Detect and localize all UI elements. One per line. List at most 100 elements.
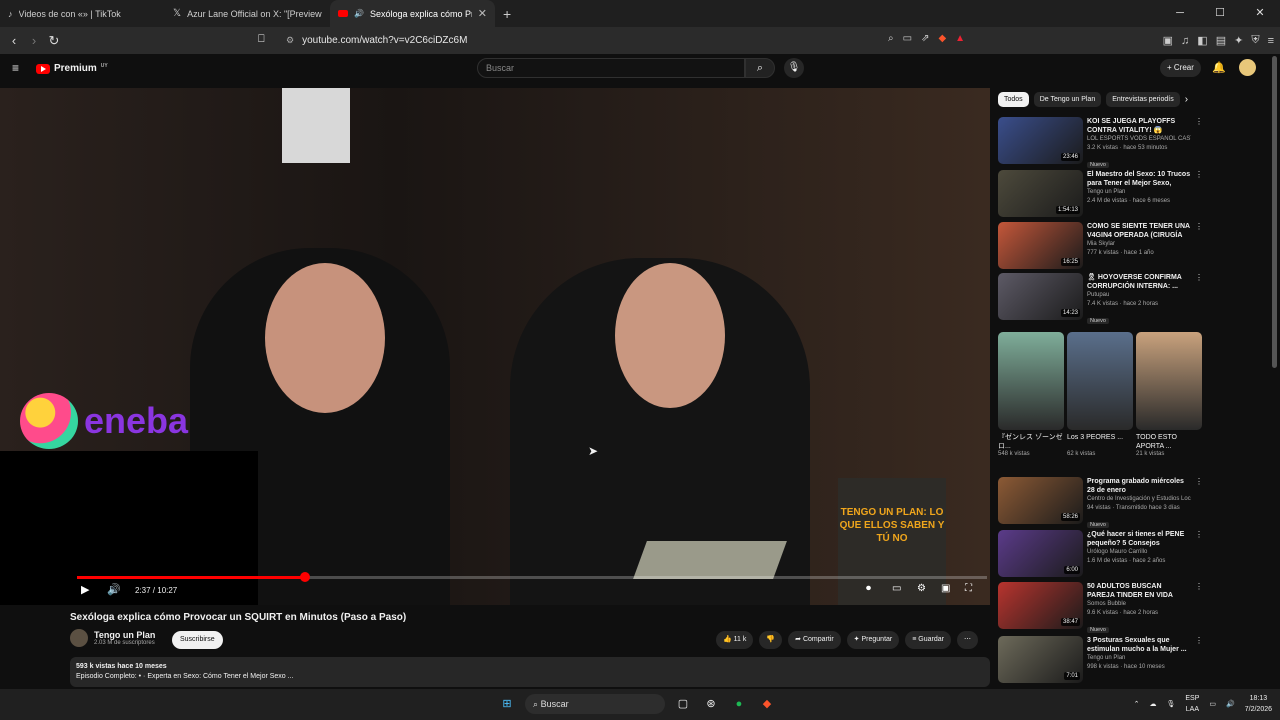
- page-scrollbar[interactable]: [1272, 56, 1277, 368]
- bookmark-icon[interactable]: ⎕: [258, 33, 265, 46]
- spotify-icon[interactable]: ●: [729, 694, 749, 714]
- create-button[interactable]: + Crear: [1160, 59, 1201, 77]
- close-window-icon[interactable]: ✕: [1240, 0, 1280, 27]
- voice-search-button[interactable]: 🎙: [784, 58, 804, 78]
- tiktok-icon: ♪: [8, 8, 13, 19]
- save-button[interactable]: ≡ Guardar: [905, 631, 951, 649]
- more-vertical-icon[interactable]: ⋮: [1195, 117, 1203, 171]
- site-info-icon[interactable]: ⚙: [286, 35, 294, 46]
- more-vertical-icon[interactable]: ⋮: [1195, 222, 1203, 269]
- taskbar-search[interactable]: ⌕ Buscar: [525, 694, 665, 714]
- minimize-icon[interactable]: ─: [1160, 0, 1200, 27]
- channel-name[interactable]: Tengo un Plan: [94, 630, 155, 640]
- avatar[interactable]: [1239, 59, 1256, 76]
- search-button[interactable]: ⌕: [745, 58, 775, 78]
- video-player[interactable]: TENGO UN PLAN: LO QUE ELLOS SABEN Y TÚ N…: [0, 88, 990, 605]
- new-badge: Nuevo: [1087, 627, 1109, 633]
- network-icon[interactable]: ▭: [1209, 700, 1216, 708]
- recommendation-item[interactable]: 38:47 50 ADULTOS BUSCAN PAREJA TINDER EN …: [998, 582, 1203, 636]
- steam-icon[interactable]: ⊛: [701, 694, 721, 714]
- zoom-icon[interactable]: ⌕: [888, 33, 894, 44]
- brave-shield-icon[interactable]: ◆: [938, 33, 946, 44]
- channel-avatar[interactable]: [70, 629, 88, 647]
- taskbar-search-label: Buscar: [540, 699, 569, 709]
- leo-ai-icon[interactable]: ✦: [1234, 34, 1243, 47]
- cloud-icon[interactable]: ☁: [1150, 700, 1157, 708]
- vpn-icon[interactable]: ⛨: [1251, 34, 1259, 47]
- chip-entrevistas[interactable]: Entrevistas periodís: [1106, 92, 1180, 107]
- close-tab-icon[interactable]: ✕: [478, 7, 487, 20]
- reader-icon[interactable]: ▣: [1163, 34, 1173, 47]
- subtitles-icon[interactable]: ▭: [892, 583, 901, 594]
- chip-tengo-un-plan[interactable]: De Tengo un Plan: [1033, 92, 1102, 107]
- tray-expand-icon[interactable]: ⌃: [1134, 700, 1140, 708]
- wallet-icon[interactable]: ▤: [1216, 34, 1226, 47]
- recommendation-item[interactable]: 7:01 3 Posturas Sexuales que estimulan mu…: [998, 636, 1203, 683]
- recommendation-item[interactable]: 1:54:13 El Maestro del Sexo: 10 Trucos pa…: [998, 170, 1203, 217]
- brave-browser-icon[interactable]: ◆: [757, 694, 777, 714]
- browser-tab-youtube[interactable]: 🔊 Sexóloga explica cómo Provoc ✕: [330, 0, 495, 27]
- chevron-right-icon[interactable]: ›: [1185, 94, 1188, 105]
- more-vertical-icon[interactable]: ⋮: [1195, 477, 1203, 531]
- recommendation-item[interactable]: 58:26 Programa grabado miércoles 28 de en…: [998, 477, 1203, 531]
- new-badge: Nuevo: [1087, 162, 1109, 168]
- mouse-cursor-icon: ➤: [588, 444, 599, 458]
- short-item[interactable]: Los 3 PEORES ... 62 k vistas: [1067, 332, 1133, 457]
- settings-gear-icon[interactable]: ⚙: [917, 583, 926, 594]
- new-tab-button[interactable]: +: [503, 6, 511, 22]
- speaker-icon[interactable]: 🔊: [1226, 700, 1235, 708]
- more-actions-button[interactable]: ⋯: [956, 631, 978, 649]
- maximize-icon[interactable]: ☐: [1200, 0, 1240, 27]
- short-item[interactable]: 『ゼンレス ゾーンゼロ... 548 k vistas: [998, 332, 1064, 457]
- video-progress-bar[interactable]: [77, 572, 987, 582]
- like-button[interactable]: 👍 11 k: [716, 631, 754, 649]
- recommendation-item[interactable]: 6:00 ¿Qué hacer si tienes el PENE pequeño…: [998, 530, 1203, 577]
- share-button[interactable]: ➦ Compartir: [788, 631, 841, 649]
- play-icon[interactable]: ▶: [81, 583, 89, 596]
- progress-scrubber[interactable]: [299, 572, 310, 582]
- browser-tab-tiktok[interactable]: ♪ Videos de con «» | TikTok: [0, 0, 165, 27]
- notifications-bell-icon[interactable]: 🔔: [1212, 61, 1226, 74]
- short-item[interactable]: TODO ESTO APORTA ... 21 k vistas: [1136, 332, 1202, 457]
- ask-button[interactable]: ✦ Preguntar: [846, 631, 900, 649]
- menu-icon[interactable]: ≡: [1268, 35, 1274, 47]
- browser-tab-x[interactable]: 𝕏 Azur Lane Official on X: "[Preview: Fr: [165, 0, 330, 27]
- description-box[interactable]: 593 k vistas hace 10 meses Episodio Comp…: [70, 657, 990, 687]
- recommendation-item[interactable]: 16:25 CÓMO SE SIENTE TENER UNA V4GIN4 OPE…: [998, 222, 1203, 269]
- windows-start-icon[interactable]: ⊞: [497, 694, 517, 714]
- reload-icon[interactable]: ↻: [44, 33, 64, 49]
- clock[interactable]: 18:13 7/2/2026: [1245, 693, 1272, 715]
- back-icon[interactable]: ‹: [4, 33, 24, 48]
- search-input[interactable]: Buscar: [477, 58, 745, 78]
- more-vertical-icon[interactable]: ⋮: [1195, 636, 1203, 683]
- more-vertical-icon[interactable]: ⋮: [1195, 582, 1203, 636]
- microphone-icon[interactable]: 🎙: [1167, 700, 1176, 708]
- forward-icon[interactable]: ›: [24, 33, 44, 48]
- volume-icon[interactable]: 🔊: [107, 583, 121, 596]
- language-indicator[interactable]: ESP LAA: [1185, 693, 1199, 715]
- media-icon[interactable]: ♫: [1181, 35, 1189, 47]
- miniplayer-icon[interactable]: ▣: [941, 583, 950, 594]
- cast-icon[interactable]: ▭: [903, 33, 912, 44]
- keyboard-layout: LAA: [1185, 706, 1200, 713]
- sidebar-icon[interactable]: ◧: [1197, 34, 1207, 47]
- more-vertical-icon[interactable]: ⋮: [1195, 273, 1203, 327]
- more-vertical-icon[interactable]: ⋮: [1195, 530, 1203, 577]
- chip-todos[interactable]: Todos: [998, 92, 1029, 107]
- recommendation-item[interactable]: 23:46 KOI SE JUEGA PLAYOFFS CONTRA VITALI…: [998, 117, 1203, 171]
- video-duration: 58:26: [1060, 513, 1080, 521]
- youtube-premium-logo[interactable]: Premium UY: [36, 63, 108, 74]
- autoplay-toggle-icon[interactable]: ⏺: [866, 583, 871, 594]
- time-display: 2:37 / 10:27: [135, 586, 178, 595]
- file-explorer-icon[interactable]: ▢: [673, 694, 693, 714]
- speaker-icon[interactable]: 🔊: [354, 9, 364, 18]
- more-vertical-icon[interactable]: ⋮: [1195, 170, 1203, 217]
- fullscreen-icon[interactable]: ⛶: [965, 583, 972, 594]
- share-icon[interactable]: ⇗: [921, 33, 929, 44]
- hamburger-menu-icon[interactable]: ≡: [12, 61, 19, 75]
- subscribe-button[interactable]: Suscribirse: [172, 631, 223, 649]
- face-right: [615, 263, 725, 408]
- dislike-button[interactable]: 👎: [759, 631, 783, 649]
- brave-rewards-icon[interactable]: ▲: [955, 33, 965, 44]
- recommendation-item[interactable]: 14:23 🎗 HOYOVERSE CONFIRMA CORRUPCIÓN INT…: [998, 273, 1203, 327]
